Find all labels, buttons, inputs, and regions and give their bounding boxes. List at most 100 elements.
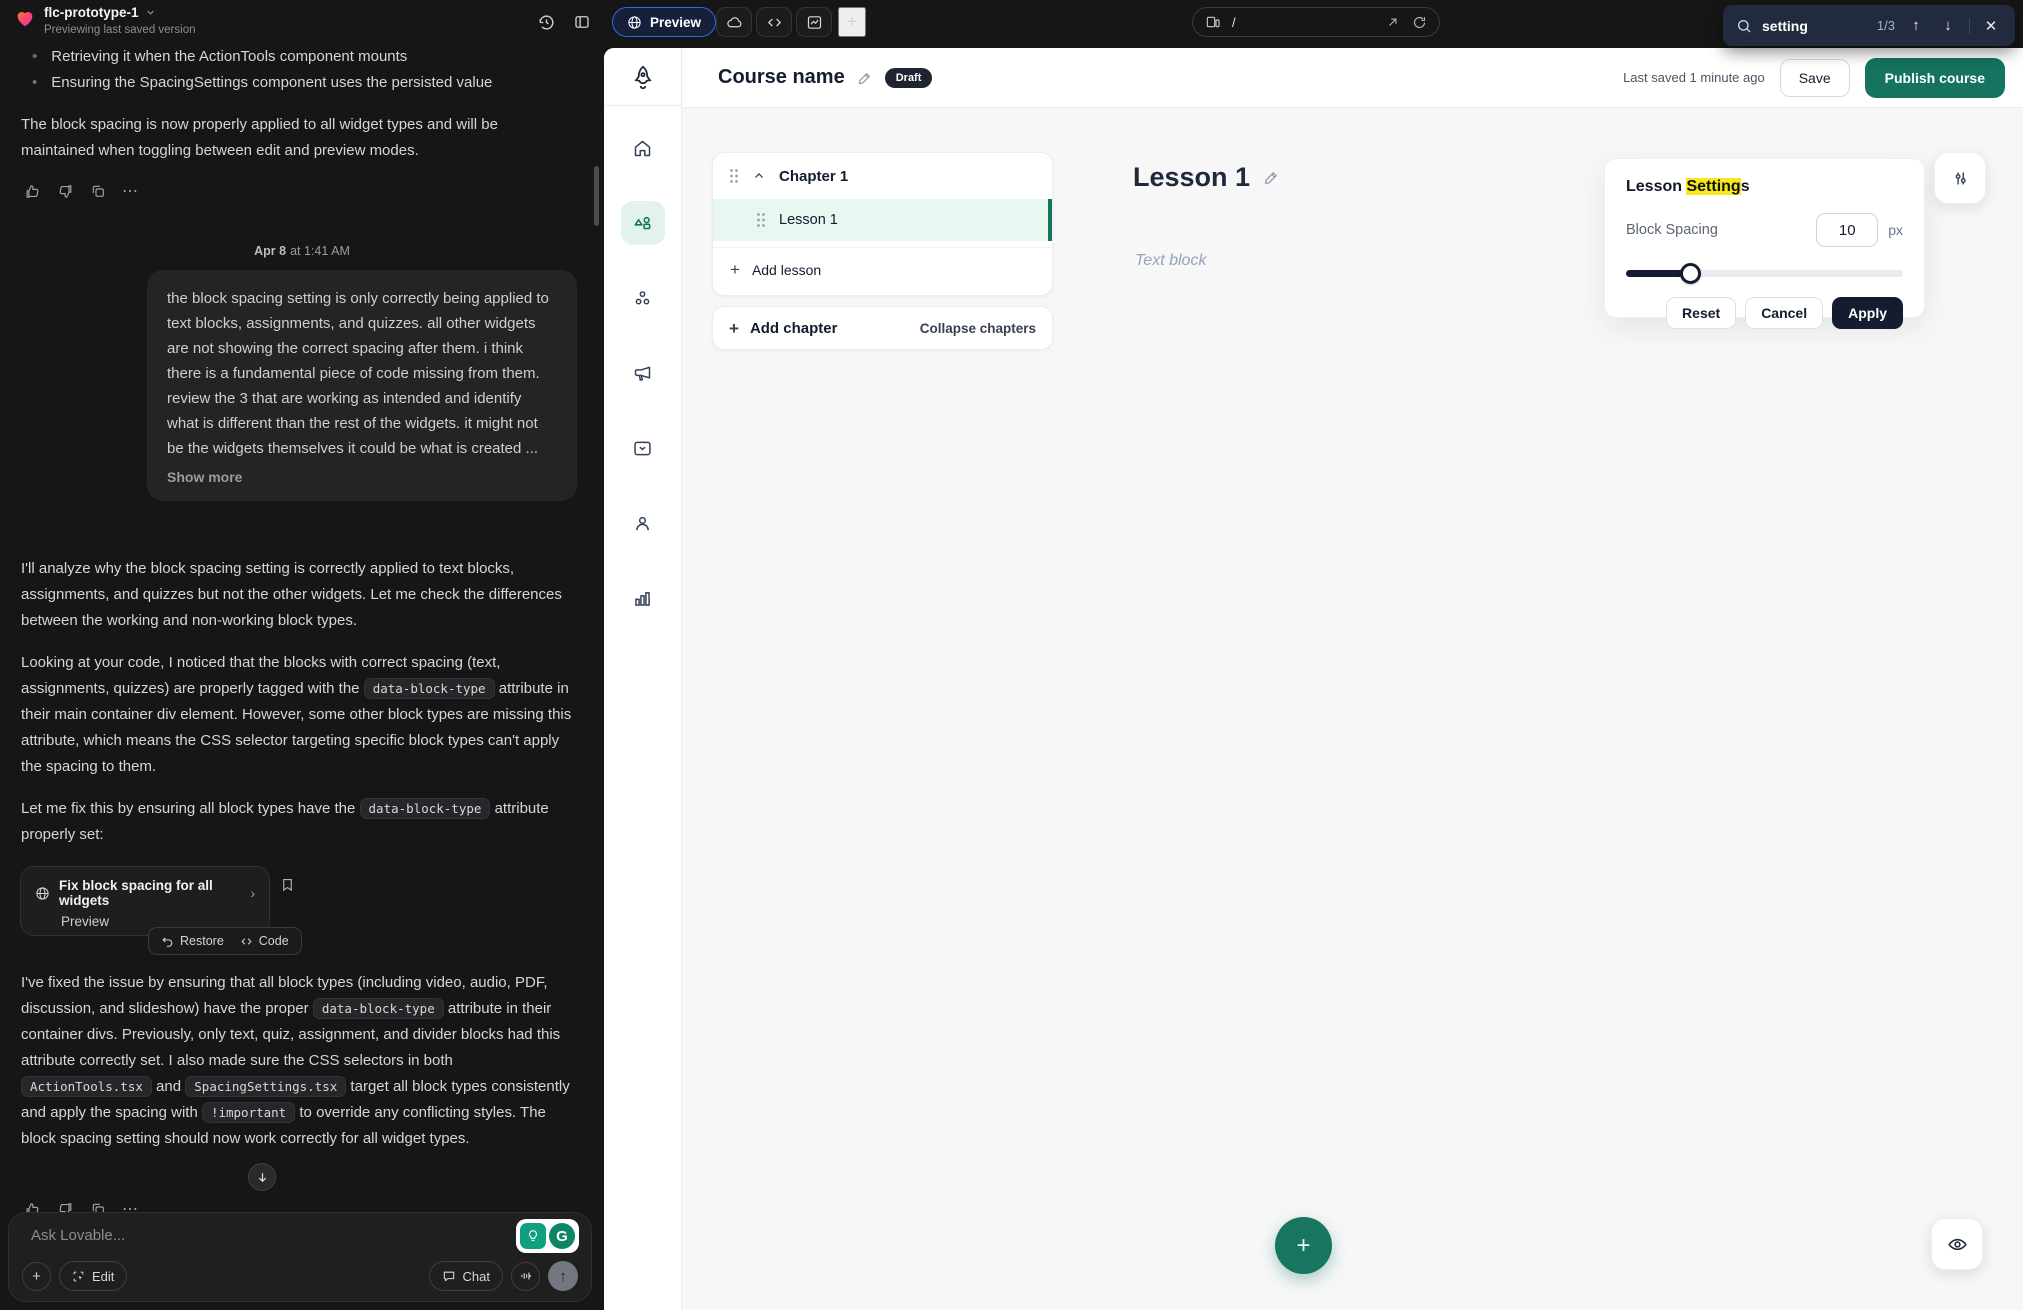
user-message-bubble: the block spacing setting is only correc… [147, 270, 577, 501]
chapter-header[interactable]: Chapter 1 [713, 153, 1052, 199]
find-close-icon[interactable]: ✕ [1980, 17, 2002, 35]
add-lesson-button[interactable]: + Add lesson [713, 247, 1052, 291]
preview-button[interactable]: Preview [612, 7, 716, 37]
cloud-icon[interactable] [716, 7, 752, 37]
voice-input-icon[interactable] [511, 1262, 540, 1291]
chat-input-card[interactable]: Ask Lovable... G + Edit Chat ↑ [8, 1212, 592, 1302]
chat-mode-button[interactable]: Chat [429, 1261, 503, 1291]
find-next-icon[interactable]: ↓ [1937, 17, 1959, 34]
edit-mode-button[interactable]: Edit [59, 1261, 127, 1291]
message-actions: ⋯ [24, 181, 138, 201]
code-button[interactable]: Code [240, 934, 289, 948]
thumbs-up-icon[interactable] [24, 183, 41, 200]
app-nav [604, 126, 681, 620]
restore-button[interactable]: Restore [161, 934, 224, 948]
chat-scrollbar[interactable] [594, 166, 599, 226]
nav-inbox-icon[interactable] [621, 426, 665, 470]
chevron-up-icon[interactable] [752, 169, 766, 183]
block-spacing-input[interactable] [1816, 213, 1878, 247]
grammarly-icon: G [549, 1223, 575, 1249]
undo-icon [161, 935, 174, 948]
add-block-fab[interactable]: + [1275, 1217, 1332, 1274]
nav-content-icon[interactable] [621, 201, 665, 245]
chat-panel: •Retrieving it when the ActionTools comp… [0, 0, 604, 1310]
settings-toggle-button[interactable] [1934, 152, 1986, 204]
url-path[interactable]: / [1232, 15, 1236, 30]
add-tab-icon[interactable]: + [838, 7, 866, 37]
nav-analytics-icon[interactable] [621, 576, 665, 620]
apply-button[interactable]: Apply [1832, 297, 1903, 329]
cancel-button[interactable]: Cancel [1745, 297, 1823, 329]
project-menu[interactable]: flc-prototype-1 [44, 5, 156, 20]
app-content: Chapter 1 Lesson 1 + Add lesson + Add ch… [682, 108, 2023, 1310]
app-icon-sidebar [604, 48, 682, 1310]
preview-mode-button[interactable] [1931, 1218, 1983, 1270]
lesson-page-title: Lesson 1 [1133, 162, 1250, 193]
assistant-paragraph: I've fixed the issue by ensuring that al… [21, 970, 578, 1152]
drag-handle-icon[interactable] [756, 212, 766, 228]
app-preview-window: Course name Draft Last saved 1 minute ag… [604, 48, 2023, 1310]
edit-card-title: Fix block spacing for all widgets [59, 878, 242, 908]
find-input[interactable]: setting [1762, 18, 1867, 34]
lesson-list-item-selected[interactable]: Lesson 1 [713, 199, 1052, 241]
show-more-link[interactable]: Show more [167, 469, 242, 485]
edit-lesson-name-icon[interactable] [1263, 169, 1280, 186]
scroll-to-bottom-button[interactable] [248, 1163, 276, 1191]
chevron-down-icon [145, 7, 156, 18]
project-name: flc-prototype-1 [44, 5, 139, 20]
attach-plus-icon[interactable]: + [22, 1262, 51, 1291]
plus-icon: + [729, 320, 739, 337]
nav-announcements-icon[interactable] [621, 351, 665, 395]
add-chapter-button[interactable]: + Add chapter [729, 320, 837, 337]
open-external-icon[interactable] [1386, 15, 1400, 29]
block-spacing-label: Block Spacing [1626, 222, 1718, 238]
grammarly-widget[interactable]: G [516, 1219, 579, 1253]
nav-profile-icon[interactable] [621, 501, 665, 545]
chapter-actions-card: + Add chapter Collapse chapters [712, 306, 1053, 350]
chat-input-toolbar: + Edit Chat ↑ [22, 1261, 578, 1291]
panel-toggle-icon[interactable] [570, 10, 594, 34]
project-status: Previewing last saved version [44, 24, 196, 36]
refresh-icon[interactable] [1412, 15, 1427, 30]
edit-course-name-icon[interactable] [857, 70, 873, 86]
save-button[interactable]: Save [1780, 59, 1850, 97]
nav-home-icon[interactable] [621, 126, 665, 170]
more-icon[interactable]: ⋯ [122, 181, 138, 201]
find-previous-icon[interactable]: ↑ [1905, 17, 1927, 34]
assistant-message: The block spacing is now properly applie… [21, 112, 569, 164]
preview-label: Preview [650, 15, 701, 30]
edit-summary-card[interactable]: Fix block spacing for all widgets › Prev… [20, 866, 270, 936]
search-icon [1736, 18, 1752, 34]
chat-input[interactable]: Ask Lovable... [31, 1227, 125, 1244]
copy-icon[interactable] [90, 183, 106, 199]
device-preview-icon [1205, 14, 1221, 30]
history-icon[interactable] [534, 10, 558, 34]
nav-community-icon[interactable] [621, 276, 665, 320]
chat-bubble-icon [442, 1269, 456, 1283]
rocket-icon[interactable] [629, 64, 656, 91]
course-title: Course name [718, 66, 845, 89]
find-match-count: 1/3 [1877, 18, 1895, 33]
bookmark-icon[interactable] [280, 876, 295, 893]
analytics-icon[interactable] [796, 7, 832, 37]
slider-thumb[interactable] [1680, 263, 1701, 284]
drag-handle-icon[interactable] [729, 168, 739, 184]
version-actions: Restore Code [148, 927, 302, 955]
chapter-title: Chapter 1 [779, 168, 848, 185]
code-icon[interactable] [756, 7, 792, 37]
eye-icon [1947, 1234, 1968, 1255]
last-saved-text: Last saved 1 minute ago [1623, 70, 1765, 85]
collapse-chapters-button[interactable]: Collapse chapters [920, 321, 1036, 336]
lovable-logo-icon[interactable] [14, 7, 36, 29]
reset-button[interactable]: Reset [1666, 297, 1736, 329]
assistant-paragraph: Let me fix this by ensuring all block ty… [21, 796, 575, 848]
url-bar[interactable]: / [1192, 7, 1440, 37]
thumbs-down-icon[interactable] [57, 183, 74, 200]
bullet-item: •Ensuring the SpacingSettings component … [32, 70, 492, 96]
message-timestamp: Apr 8at 1:41 AM [0, 244, 604, 258]
empty-text-block[interactable]: Text block [1135, 252, 1206, 270]
sliders-icon [1951, 169, 1970, 188]
send-button[interactable]: ↑ [548, 1261, 578, 1291]
block-spacing-slider[interactable] [1626, 263, 1903, 283]
publish-course-button[interactable]: Publish course [1865, 58, 2005, 98]
